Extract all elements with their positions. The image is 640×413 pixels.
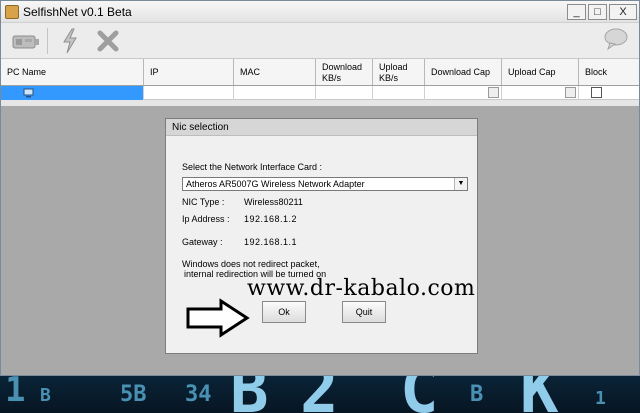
nic-select-label: Select the Network Interface Card : [182,162,323,172]
screen: 1 B 5B 34 B 2 C K B 1 SelfishNet v0.1 Be… [0,0,640,413]
ip-address-label: Ip Address : [182,214,230,224]
quit-button[interactable]: Quit [342,301,386,323]
upload-cap-spinner[interactable] [565,87,576,98]
ok-button[interactable]: Ok [262,301,306,323]
column-pc-name[interactable]: PC Name [1,59,144,85]
bg-glyph: 1 [595,388,606,409]
upload-cap-cell[interactable] [502,86,579,100]
ip-address-value: 192.168.1.2 [244,214,298,224]
computer-icon [23,88,34,98]
nic-type-label: NIC Type : [182,197,225,207]
chat-bubble-icon [604,28,628,51]
window-title: SelfishNet v0.1 Beta [23,4,132,19]
minimize-button[interactable]: _ [567,3,586,20]
download-speed-cell [316,86,373,100]
download-cap-cell[interactable] [425,86,502,100]
watermark-text: www.dr-kabalo.com [247,276,476,301]
redirect-note-line1: Windows does not redirect packet, [182,259,320,269]
column-download-speed[interactable]: Download KB/s [316,59,373,85]
maximize-button[interactable]: □ [588,3,607,20]
column-download-cap[interactable]: Download Cap [425,59,502,85]
app-icon [5,4,19,19]
download-cap-spinner[interactable] [488,87,499,98]
nic-dropdown-value: Atheros AR5007G Wireless Network Adapter [186,179,365,189]
bg-glyph: 1 [5,370,26,410]
column-upload-speed[interactable]: Upload KB/s [373,59,425,85]
stop-button[interactable] [92,27,124,55]
app-window: SelfishNet v0.1 Beta _ □ X PC Name IP MA… [0,0,640,376]
block-cell[interactable] [579,86,639,100]
toolbar-separator [47,27,48,54]
nic-type-value: Wireless80211 [244,197,303,207]
chat-button[interactable] [603,27,629,56]
redirect-button[interactable] [54,27,86,55]
title-bar[interactable]: SelfishNet v0.1 Beta _ □ X [1,1,639,23]
column-mac[interactable]: MAC [234,59,316,85]
gateway-value: 192.168.1.1 [244,237,298,247]
column-ip[interactable]: IP [144,59,234,85]
toolbar [1,23,639,59]
network-card-button[interactable] [9,27,41,55]
dialog-title: Nic selection [166,119,477,136]
mac-cell[interactable] [234,86,316,100]
bg-glyph: 34 [185,382,212,407]
lightning-icon [63,28,77,53]
bg-glyph: B [40,385,51,406]
pc-name-cell[interactable] [1,86,144,100]
ip-cell[interactable] [144,86,234,100]
dropdown-arrow-icon[interactable]: ▼ [454,178,467,190]
table-row[interactable] [1,86,639,100]
close-button[interactable]: X [609,3,637,20]
gateway-label: Gateway : [182,237,223,247]
network-card-icon [12,35,39,48]
upload-speed-cell [373,86,425,100]
column-block[interactable]: Block [579,59,639,85]
pointer-arrow-icon [186,298,250,338]
block-checkbox[interactable] [591,87,602,98]
bg-glyph: B [470,382,484,407]
cross-icon [97,30,119,51]
bg-glyph: 5B [120,382,147,407]
column-upload-cap[interactable]: Upload Cap [502,59,579,85]
nic-dropdown[interactable]: Atheros AR5007G Wireless Network Adapter… [182,177,468,191]
grid-header: PC Name IP MAC Download KB/s Upload KB/s… [1,59,639,86]
